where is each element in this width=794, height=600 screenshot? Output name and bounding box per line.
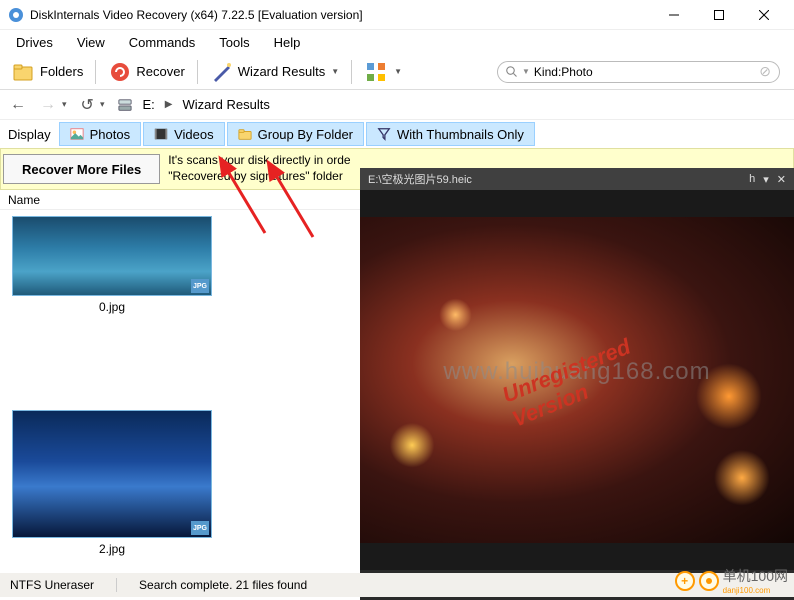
filter-thumbs[interactable]: With Thumbnails Only [366, 122, 535, 146]
filter-photos[interactable]: Photos [59, 122, 141, 146]
chevron-right-icon: ▶ [165, 99, 173, 110]
recover-button[interactable]: Recover [102, 56, 190, 88]
chevron-down-icon[interactable]: ▼ [522, 67, 530, 76]
close-button[interactable] [741, 0, 786, 30]
filter-videos[interactable]: Videos [143, 122, 225, 146]
recover-more-button[interactable]: Recover More Files [3, 154, 160, 184]
history-dropdown[interactable]: ▾ [62, 99, 67, 110]
preview-pane: E:\空极光图片59.heic h ▾ ✕ www.huihuang168.co… [360, 168, 794, 600]
toolbar: Folders Recover Wizard Results ▼ ▼ ▼ ⊘ [0, 54, 794, 90]
menu-tools[interactable]: Tools [209, 33, 259, 52]
search-icon [506, 66, 518, 78]
jpg-badge: JPG [191, 279, 209, 293]
breadcrumb-location[interactable]: Wizard Results [182, 97, 269, 112]
separator [95, 60, 96, 84]
separator [197, 60, 198, 84]
app-icon [8, 7, 24, 23]
recover-icon [108, 60, 132, 84]
site-name: 单机100网 [723, 566, 788, 586]
preview-close-button[interactable]: ✕ [777, 173, 786, 186]
photo-icon [70, 127, 84, 141]
scan-text: It's scans your disk directly in orde "R… [168, 153, 350, 184]
separator [351, 60, 352, 84]
filter-icon [377, 127, 391, 141]
titlebar: DiskInternals Video Recovery (x64) 7.22.… [0, 0, 794, 30]
file-pane[interactable]: JPG 0.jpg JPG 2.jpg [0, 210, 360, 570]
folders-button[interactable]: Folders [6, 56, 89, 88]
preview-h-button[interactable]: h [749, 173, 755, 185]
menu-view[interactable]: View [67, 33, 115, 52]
wizard-icon [210, 60, 234, 84]
wizard-results-button[interactable]: Wizard Results ▼ [204, 56, 345, 88]
column-name[interactable]: Name [8, 193, 40, 207]
recover-label: Recover [136, 64, 184, 79]
maximize-button[interactable] [696, 0, 741, 30]
filter-group-label: Group By Folder [258, 127, 353, 142]
status-left: NTFS Uneraser [10, 578, 94, 592]
scan-line1: It's scans your disk directly in orde [168, 153, 350, 169]
content-area: JPG 0.jpg JPG 2.jpg E:\空极光图片59.heic h ▾ … [0, 210, 794, 570]
menubar: Drives View Commands Tools Help [0, 30, 794, 54]
preview-image[interactable]: www.huihuang168.com Unregistered Version [360, 190, 794, 570]
site-url: danji100.com [723, 586, 788, 595]
filter-videos-label: Videos [174, 127, 214, 142]
file-name: 2.jpg [12, 542, 212, 556]
history-button[interactable]: ↺ [81, 95, 94, 115]
separator [116, 578, 117, 592]
site-logo: + 单机100网 danji100.com [675, 566, 788, 595]
chevron-down-icon: ▼ [331, 67, 339, 76]
logo-dot-icon [699, 571, 719, 591]
video-icon [154, 127, 168, 141]
file-item[interactable]: JPG 2.jpg [12, 410, 212, 556]
logo-plus-icon: + [675, 571, 695, 591]
filter-photos-label: Photos [90, 127, 130, 142]
display-row: Display Photos Videos Group By Folder Wi… [0, 120, 794, 148]
forward-button[interactable]: → [40, 96, 56, 114]
preview-path: E:\空极光图片59.heic [368, 171, 472, 187]
search-box[interactable]: ▼ ⊘ [497, 61, 780, 83]
view-mode-button[interactable]: ▼ [358, 56, 408, 88]
folder-icon [238, 127, 252, 141]
filter-group[interactable]: Group By Folder [227, 122, 364, 146]
filter-thumbs-label: With Thumbnails Only [397, 127, 524, 142]
chevron-down-icon[interactable]: ▾ [100, 99, 105, 110]
breadcrumb: E: ▶ Wizard Results [118, 97, 269, 112]
file-item[interactable]: JPG 0.jpg [12, 216, 212, 314]
menu-commands[interactable]: Commands [119, 33, 205, 52]
navbar: ← → ▾ ↺ ▾ E: ▶ Wizard Results [0, 90, 794, 120]
wizard-results-label: Wizard Results [238, 64, 325, 79]
preview-collapse-button[interactable]: ▾ [763, 173, 769, 186]
scan-line2: "Recovered by signatures" folder [168, 169, 350, 185]
clear-icon[interactable]: ⊘ [759, 63, 771, 80]
display-label: Display [0, 127, 59, 142]
preview-header: E:\空极光图片59.heic h ▾ ✕ [360, 168, 794, 190]
menu-help[interactable]: Help [264, 33, 311, 52]
thumbnail[interactable]: JPG [12, 216, 212, 296]
status-center: Search complete. 21 files found [139, 578, 307, 592]
file-name: 0.jpg [12, 300, 212, 314]
folders-icon [12, 60, 36, 84]
folders-label: Folders [40, 64, 83, 79]
view-grid-icon [364, 60, 388, 84]
jpg-badge: JPG [191, 521, 209, 535]
back-button[interactable]: ← [10, 96, 26, 114]
minimize-button[interactable] [651, 0, 696, 30]
search-input[interactable] [534, 65, 755, 79]
chevron-down-icon: ▼ [394, 67, 402, 76]
drive-icon [118, 98, 132, 112]
window-title: DiskInternals Video Recovery (x64) 7.22.… [30, 8, 651, 22]
menu-drives[interactable]: Drives [6, 33, 63, 52]
thumbnail[interactable]: JPG [12, 410, 212, 538]
breadcrumb-drive[interactable]: E: [142, 97, 154, 112]
